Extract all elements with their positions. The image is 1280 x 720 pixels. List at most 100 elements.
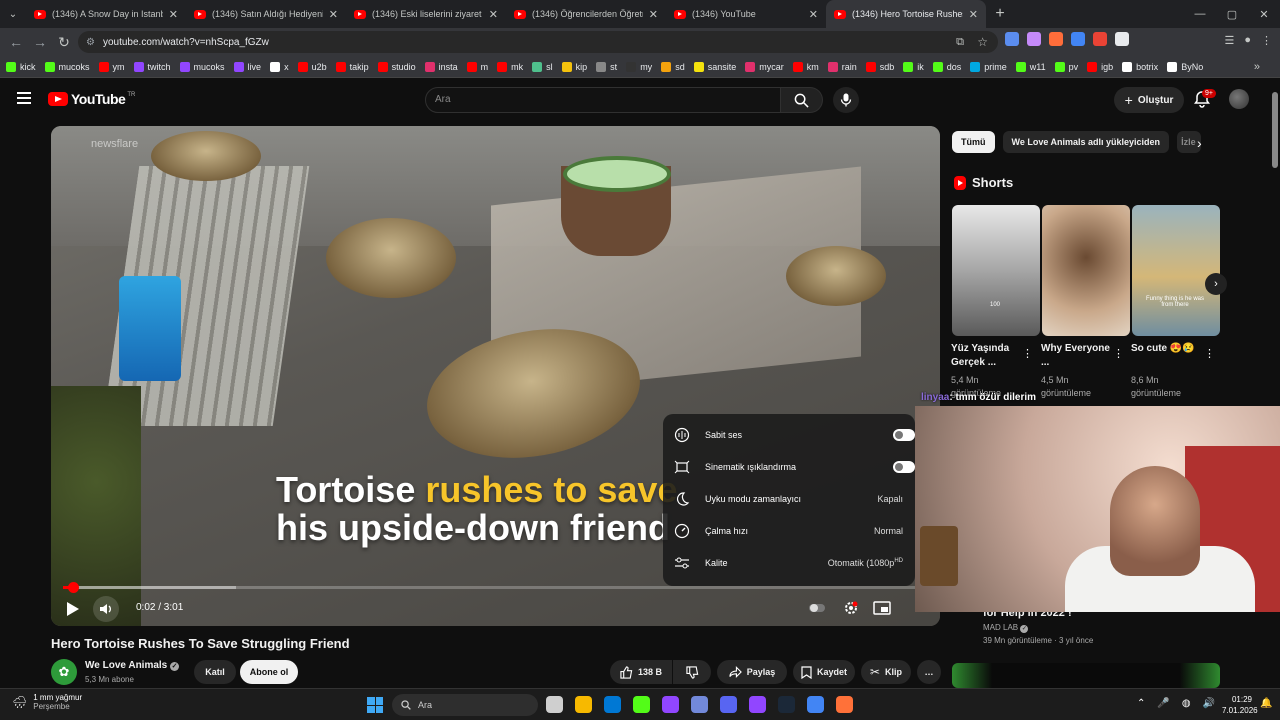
voice-search-button[interactable] bbox=[833, 87, 859, 113]
tray-overflow-icon[interactable]: ⌃ bbox=[1137, 698, 1145, 709]
weather-widget[interactable]: 🌧 1 mm yağmur Perşembe bbox=[12, 693, 82, 711]
progress-scrubber-handle[interactable] bbox=[67, 582, 79, 593]
bookmark-item[interactable]: ym bbox=[98, 61, 125, 72]
chip-all[interactable]: Tümü bbox=[952, 131, 995, 153]
bookmark-item[interactable]: mucoks bbox=[44, 61, 90, 72]
extension-icon[interactable] bbox=[1049, 32, 1063, 46]
system-clock[interactable]: 01:29 7.01.2026 bbox=[1222, 694, 1258, 716]
extension-icon[interactable] bbox=[1005, 32, 1019, 46]
browser-tab[interactable]: (1346) A Snow Day in Istanbul ✕ bbox=[26, 0, 186, 28]
youtube-logo[interactable]: YouTube TR bbox=[48, 91, 135, 107]
bookmark-item[interactable]: pv bbox=[1054, 61, 1078, 72]
short-title[interactable]: Yüz Yaşında Gerçek ... bbox=[951, 342, 1025, 370]
bookmark-item[interactable]: sansite bbox=[693, 61, 736, 72]
save-button[interactable]: Kaydet bbox=[793, 660, 855, 684]
notifications-icon[interactable]: 🔔 bbox=[1260, 698, 1272, 709]
bookmark-item[interactable]: km bbox=[792, 61, 819, 72]
bookmark-item[interactable]: studio bbox=[377, 61, 416, 72]
clip-button[interactable]: ✂ Klip bbox=[861, 660, 911, 684]
install-app-icon[interactable]: ⧉ bbox=[956, 36, 964, 49]
bookmark-item[interactable]: igb bbox=[1087, 61, 1113, 72]
bookmark-item[interactable]: ik bbox=[903, 61, 924, 72]
create-button[interactable]: + Oluştur bbox=[1114, 87, 1184, 113]
bookmark-item[interactable]: twitch bbox=[133, 61, 171, 72]
autoplay-toggle-icon[interactable] bbox=[808, 600, 826, 616]
taskbar-app-icon[interactable] bbox=[749, 696, 766, 713]
taskbar-app-icon[interactable] bbox=[662, 696, 679, 713]
bookmark-item[interactable]: x bbox=[270, 61, 289, 72]
bookmark-item[interactable]: mk bbox=[497, 61, 523, 72]
like-button[interactable]: 138 B bbox=[610, 660, 672, 684]
settings-item-ambient-mode[interactable]: Sinematik ışıklandırma bbox=[663, 451, 915, 483]
tab-close-icon[interactable]: ✕ bbox=[969, 8, 978, 21]
bookmark-item[interactable]: dos bbox=[932, 61, 961, 72]
close-window-button[interactable]: ✕ bbox=[1248, 0, 1280, 28]
channel-name[interactable]: We Love Animals ✓ bbox=[85, 660, 180, 671]
reading-list-icon[interactable]: ☰ bbox=[1224, 34, 1234, 47]
extension-icon[interactable] bbox=[1093, 32, 1107, 46]
settings-item-quality[interactable]: Kalite Otomatik (1080pHD bbox=[663, 547, 915, 579]
site-info-icon[interactable]: ⚙ bbox=[86, 37, 95, 48]
bookmark-item[interactable]: sdb bbox=[865, 61, 894, 72]
taskbar-app-icon[interactable] bbox=[778, 696, 795, 713]
bookmark-item[interactable]: my bbox=[626, 61, 652, 72]
chips-next-icon[interactable]: › bbox=[1197, 135, 1202, 151]
short-thumbnail[interactable] bbox=[1042, 205, 1130, 336]
tab-search-button[interactable]: ⌄ bbox=[0, 0, 26, 28]
tab-close-icon[interactable]: ✕ bbox=[329, 8, 338, 21]
browser-tab[interactable]: (1346) Satın Aldığı Hediyenin İl ✕ bbox=[186, 0, 346, 28]
browser-tab-active[interactable]: (1346) Hero Tortoise Rushes To ✕ bbox=[826, 0, 986, 28]
taskbar-app-icon[interactable] bbox=[604, 696, 621, 713]
play-icon[interactable] bbox=[63, 600, 81, 618]
start-button[interactable] bbox=[367, 697, 383, 713]
speaker-icon[interactable]: 🔊 bbox=[1203, 698, 1215, 709]
search-button[interactable] bbox=[781, 87, 823, 113]
ambient-mode-toggle[interactable] bbox=[893, 461, 915, 473]
tab-close-icon[interactable]: ✕ bbox=[489, 8, 498, 21]
tab-close-icon[interactable]: ✕ bbox=[809, 8, 818, 21]
settings-item-sleep-timer[interactable]: Uyku modu zamanlayıcı Kapalı bbox=[663, 483, 915, 515]
bookmark-item[interactable]: kick bbox=[6, 61, 36, 72]
settings-item-playback-speed[interactable]: Çalma hızı Normal bbox=[663, 515, 915, 547]
bookmark-item[interactable]: prime bbox=[970, 61, 1007, 72]
extension-icon[interactable] bbox=[1027, 32, 1041, 46]
tab-close-icon[interactable]: ✕ bbox=[169, 8, 178, 21]
volume-button[interactable] bbox=[93, 596, 119, 622]
short-thumbnail[interactable]: 100 bbox=[952, 205, 1040, 336]
page-scrollbar[interactable] bbox=[1272, 92, 1278, 168]
taskbar-search[interactable]: Ara bbox=[392, 694, 538, 716]
taskbar-app-icon[interactable] bbox=[633, 696, 650, 713]
more-actions-button[interactable]: … bbox=[917, 660, 941, 684]
profile-icon[interactable]: ● bbox=[1244, 34, 1251, 47]
search-input[interactable]: Ara bbox=[425, 87, 781, 113]
bookmark-item[interactable]: takip bbox=[335, 61, 369, 72]
stable-volume-toggle[interactable] bbox=[893, 429, 915, 441]
bookmark-item[interactable]: rain bbox=[827, 61, 857, 72]
taskbar-app-icon[interactable] bbox=[720, 696, 737, 713]
account-avatar[interactable] bbox=[1229, 89, 1249, 109]
taskbar-app-icon[interactable] bbox=[836, 696, 853, 713]
settings-gear-icon[interactable] bbox=[842, 600, 860, 616]
browser-tab[interactable]: (1346) YouTube ✕ bbox=[666, 0, 826, 28]
bookmarks-overflow-icon[interactable]: » bbox=[1254, 61, 1260, 73]
short-title[interactable]: So cute 😍😢 bbox=[1131, 342, 1205, 356]
browser-tab[interactable]: (1346) Eski liselerini ziyaret ede ✕ bbox=[346, 0, 506, 28]
shorts-next-icon[interactable]: › bbox=[1205, 273, 1227, 295]
recommended-thumbnail[interactable] bbox=[952, 663, 1220, 688]
forward-icon[interactable]: → bbox=[28, 34, 52, 50]
back-icon[interactable]: ← bbox=[4, 34, 28, 50]
browser-menu-icon[interactable]: ⋮ bbox=[1261, 34, 1272, 47]
guide-menu-icon[interactable] bbox=[17, 92, 31, 104]
dislike-button[interactable] bbox=[673, 660, 711, 684]
progress-bar[interactable] bbox=[63, 582, 928, 593]
bookmark-item[interactable]: m bbox=[466, 61, 488, 72]
more-options-icon[interactable]: ⋮ bbox=[1204, 347, 1215, 360]
microphone-tray-icon[interactable]: 🎤 bbox=[1157, 698, 1169, 709]
bookmark-star-icon[interactable]: ☆ bbox=[977, 35, 988, 49]
bookmark-item[interactable]: w11 bbox=[1015, 61, 1046, 72]
bookmark-item[interactable]: u2b bbox=[297, 61, 327, 72]
bookmark-item[interactable]: mycar bbox=[745, 61, 784, 72]
more-options-icon[interactable]: ⋮ bbox=[1022, 347, 1033, 360]
browser-tab[interactable]: (1346) Öğrencilerden Öğretmen ✕ bbox=[506, 0, 666, 28]
short-title[interactable]: Why Everyone ... bbox=[1041, 342, 1115, 370]
